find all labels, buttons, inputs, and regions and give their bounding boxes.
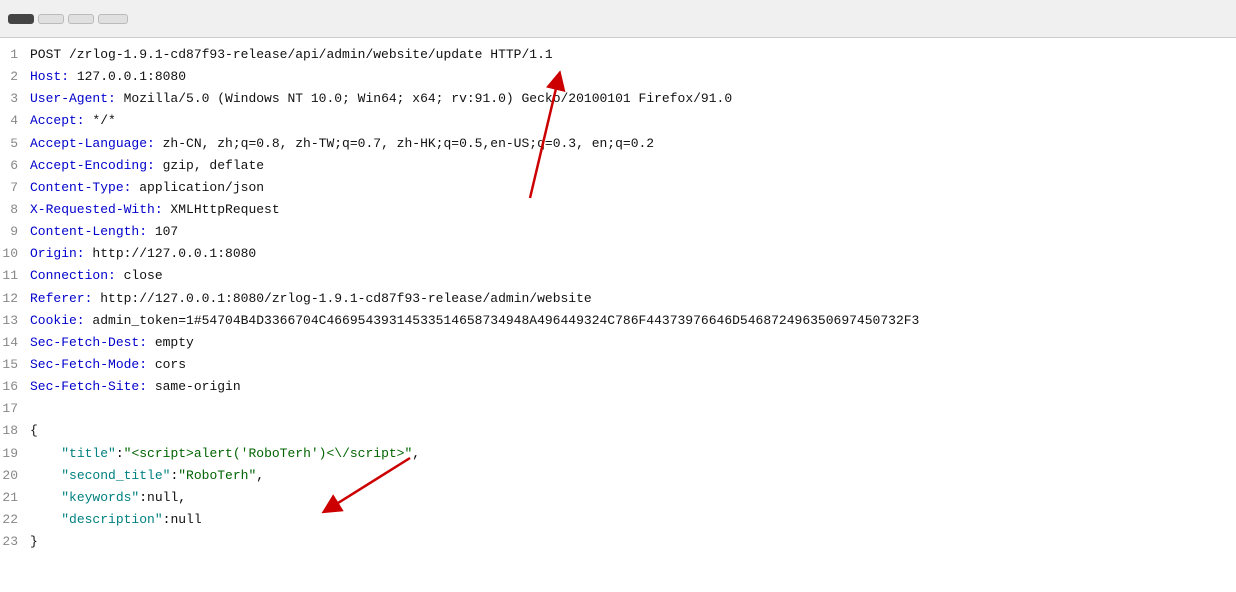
line-content: Content-Length: 107 bbox=[30, 222, 178, 242]
line-row: 17 bbox=[0, 398, 1236, 420]
line-content: } bbox=[30, 532, 38, 552]
line-content: Connection: close bbox=[30, 266, 163, 286]
line-row: 3User-Agent: Mozilla/5.0 (Windows NT 10.… bbox=[0, 88, 1236, 110]
line-number: 20 bbox=[0, 466, 30, 486]
line-number: 7 bbox=[0, 178, 30, 198]
line-row: 20 "second_title":"RoboTerh", bbox=[0, 465, 1236, 487]
line-number: 4 bbox=[0, 111, 30, 131]
line-number: 1 bbox=[0, 45, 30, 65]
line-number: 10 bbox=[0, 244, 30, 264]
line-content: "second_title":"RoboTerh", bbox=[30, 466, 264, 486]
line-row: 4Accept: */* bbox=[0, 110, 1236, 132]
line-number: 23 bbox=[0, 532, 30, 552]
line-row: 5Accept-Language: zh-CN, zh;q=0.8, zh-TW… bbox=[0, 133, 1236, 155]
line-content: Cookie: admin_token=1#54704B4D3366704C46… bbox=[30, 311, 919, 331]
line-number: 16 bbox=[0, 377, 30, 397]
line-number: 12 bbox=[0, 289, 30, 309]
line-row: 23} bbox=[0, 531, 1236, 553]
line-content: POST /zrlog-1.9.1-cd87f93-release/api/ad… bbox=[30, 45, 553, 65]
line-content: "keywords":null, bbox=[30, 488, 186, 508]
line-row: 11Connection: close bbox=[0, 265, 1236, 287]
line-content: { bbox=[30, 421, 38, 441]
line-content: "title":"<script>alert('RoboTerh')<\/scr… bbox=[30, 444, 420, 464]
line-number: 21 bbox=[0, 488, 30, 508]
line-content: Sec-Fetch-Dest: empty bbox=[30, 333, 194, 353]
line-row: 18{ bbox=[0, 420, 1236, 442]
line-row: 13Cookie: admin_token=1#54704B4D3366704C… bbox=[0, 310, 1236, 332]
line-number: 6 bbox=[0, 156, 30, 176]
line-number: 8 bbox=[0, 200, 30, 220]
line-content: Content-Type: application/json bbox=[30, 178, 264, 198]
line-content: Origin: http://127.0.0.1:8080 bbox=[30, 244, 256, 264]
content-area: 1POST /zrlog-1.9.1-cd87f93-release/api/a… bbox=[0, 38, 1236, 559]
line-row: 12Referer: http://127.0.0.1:8080/zrlog-1… bbox=[0, 288, 1236, 310]
line-number: 11 bbox=[0, 266, 30, 286]
line-row: 16Sec-Fetch-Site: same-origin bbox=[0, 376, 1236, 398]
line-number: 14 bbox=[0, 333, 30, 353]
line-row: 2Host: 127.0.0.1:8080 bbox=[0, 66, 1236, 88]
line-content: Accept-Encoding: gzip, deflate bbox=[30, 156, 264, 176]
line-number: 3 bbox=[0, 89, 30, 109]
line-content: X-Requested-With: XMLHttpRequest bbox=[30, 200, 280, 220]
line-row: 7Content-Type: application/json bbox=[0, 177, 1236, 199]
line-content: Accept-Language: zh-CN, zh;q=0.8, zh-TW;… bbox=[30, 134, 654, 154]
toolbar bbox=[0, 0, 1236, 38]
line-row: 14Sec-Fetch-Dest: empty bbox=[0, 332, 1236, 354]
line-row: 22 "description":null bbox=[0, 509, 1236, 531]
line-content: Sec-Fetch-Mode: cors bbox=[30, 355, 186, 375]
line-content: "description":null bbox=[30, 510, 202, 530]
tab-ln[interactable] bbox=[68, 14, 94, 24]
line-number: 5 bbox=[0, 134, 30, 154]
line-number: 18 bbox=[0, 421, 30, 441]
line-number: 19 bbox=[0, 444, 30, 464]
line-content: User-Agent: Mozilla/5.0 (Windows NT 10.0… bbox=[30, 89, 732, 109]
line-row: 21 "keywords":null, bbox=[0, 487, 1236, 509]
line-row: 10Origin: http://127.0.0.1:8080 bbox=[0, 243, 1236, 265]
line-number: 2 bbox=[0, 67, 30, 87]
line-number: 22 bbox=[0, 510, 30, 530]
line-row: 19 "title":"<script>alert('RoboTerh')<\/… bbox=[0, 443, 1236, 465]
tab-raw[interactable] bbox=[38, 14, 64, 24]
line-number: 9 bbox=[0, 222, 30, 242]
line-number: 17 bbox=[0, 399, 30, 419]
line-row: 15Sec-Fetch-Mode: cors bbox=[0, 354, 1236, 376]
line-number: 15 bbox=[0, 355, 30, 375]
line-content: Host: 127.0.0.1:8080 bbox=[30, 67, 186, 87]
tab-pretty[interactable] bbox=[8, 14, 34, 24]
line-row: 8X-Requested-With: XMLHttpRequest bbox=[0, 199, 1236, 221]
line-content: Sec-Fetch-Site: same-origin bbox=[30, 377, 241, 397]
actions-button[interactable] bbox=[98, 14, 128, 24]
line-content: Accept: */* bbox=[30, 111, 116, 131]
line-content: Referer: http://127.0.0.1:8080/zrlog-1.9… bbox=[30, 289, 592, 309]
line-row: 1POST /zrlog-1.9.1-cd87f93-release/api/a… bbox=[0, 44, 1236, 66]
line-number: 13 bbox=[0, 311, 30, 331]
line-row: 9Content-Length: 107 bbox=[0, 221, 1236, 243]
line-row: 6Accept-Encoding: gzip, deflate bbox=[0, 155, 1236, 177]
